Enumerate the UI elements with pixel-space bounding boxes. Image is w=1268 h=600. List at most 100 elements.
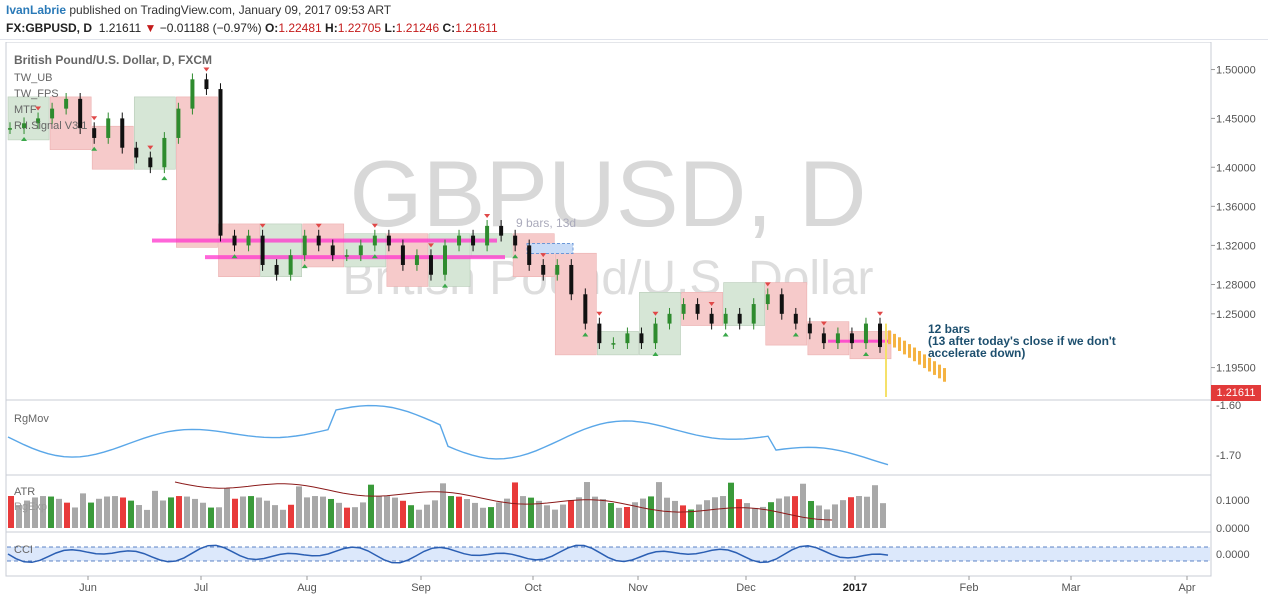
atr-histogram-bar bbox=[152, 490, 158, 528]
candle-body bbox=[695, 304, 700, 314]
atr-histogram-bar bbox=[808, 500, 814, 528]
regime-box bbox=[639, 292, 681, 356]
atr-histogram-bar bbox=[216, 507, 222, 528]
signal-down-marker bbox=[203, 67, 210, 72]
atr-histogram-bar bbox=[720, 496, 726, 528]
atr-histogram-bar bbox=[464, 499, 470, 528]
signal-down-marker bbox=[596, 311, 603, 316]
rgmov-label[interactable]: RgMov bbox=[14, 413, 49, 425]
candle-body bbox=[302, 235, 307, 256]
atr-histogram-bar bbox=[872, 485, 878, 528]
time-tick-label: Nov bbox=[628, 582, 648, 594]
last-price-tag: 1.21611 bbox=[1211, 385, 1261, 401]
rgexp-label[interactable]: RgExp bbox=[14, 501, 47, 513]
regime-box bbox=[133, 96, 176, 170]
candle-body bbox=[569, 264, 574, 295]
candle-body bbox=[485, 225, 490, 246]
atr-histogram-bar bbox=[304, 497, 310, 528]
atr-histogram-bar bbox=[856, 496, 862, 528]
atr-histogram-bar bbox=[176, 496, 182, 528]
support-zone-line bbox=[205, 255, 505, 260]
forecast-bar bbox=[893, 333, 896, 348]
atr-histogram-bar bbox=[472, 502, 478, 528]
atr-histogram-bar bbox=[104, 496, 110, 528]
candle-body bbox=[344, 255, 349, 257]
candle-body bbox=[120, 118, 125, 148]
low-value: 1.21246 bbox=[395, 21, 440, 35]
atr-histogram-bar bbox=[512, 482, 518, 528]
indicator-panes-layer: -1.60 -1.70 0.1000 0.0000 0.0000 bbox=[7, 400, 1250, 564]
atr-histogram-bar bbox=[96, 498, 102, 528]
atr-histogram-bar bbox=[840, 500, 846, 528]
candle-body bbox=[218, 89, 223, 236]
cci-label[interactable]: CCI bbox=[14, 544, 33, 556]
forecast-bar bbox=[913, 347, 916, 362]
regime-box bbox=[723, 282, 766, 326]
candle-body bbox=[232, 235, 237, 246]
time-tick-label: Oct bbox=[524, 582, 541, 594]
candle-body bbox=[288, 255, 293, 275]
atr-histogram-bar bbox=[520, 496, 526, 528]
atr-histogram-bar bbox=[272, 505, 278, 528]
high-label: H: bbox=[325, 21, 338, 35]
time-tick-label: Jul bbox=[194, 582, 208, 594]
atr-histogram-bar bbox=[592, 496, 598, 528]
ohlc-line: FX:GBPUSD, D 1.21611 ▼ −0.01188 (−0.97%)… bbox=[6, 21, 498, 35]
atr-histogram-bar bbox=[264, 500, 270, 528]
atr-histogram-bar bbox=[248, 496, 254, 528]
high-value: 1.22705 bbox=[337, 21, 382, 35]
candle-body bbox=[8, 128, 12, 130]
atr-histogram-bar bbox=[640, 498, 646, 528]
atr-histogram-bar bbox=[288, 504, 294, 528]
indicator-label-mtf[interactable]: MTF bbox=[14, 104, 37, 116]
time-tick-label: Dec bbox=[736, 582, 756, 594]
atr-histogram-bar bbox=[344, 507, 350, 528]
regime-box bbox=[176, 96, 218, 248]
atr-histogram-bar bbox=[456, 496, 462, 528]
open-value: 1.22481 bbox=[278, 21, 322, 35]
atr-histogram-bar bbox=[664, 497, 670, 528]
price-tick-label: 1.19500 bbox=[1216, 363, 1256, 375]
candle-body bbox=[50, 108, 55, 119]
note-line-3: accelerate down) bbox=[928, 346, 1025, 360]
candle-body bbox=[246, 235, 251, 246]
atr-histogram-bar bbox=[448, 496, 454, 528]
candle-body bbox=[330, 245, 335, 256]
atr-histogram-bar bbox=[120, 497, 126, 528]
candle-body bbox=[414, 255, 419, 265]
regime-box bbox=[849, 331, 892, 360]
atr-histogram-bar bbox=[392, 497, 398, 528]
indicator-label-ub[interactable]: TW_UB bbox=[14, 72, 53, 84]
atr-histogram-bar bbox=[160, 500, 166, 528]
price-tick-label: 1.45000 bbox=[1216, 113, 1256, 125]
atr-tick-label: 0.1000 bbox=[1216, 495, 1250, 507]
time-tick-label: Apr bbox=[1178, 582, 1195, 594]
indicator-label-fps[interactable]: TW_FPS bbox=[14, 88, 59, 100]
price-tick-label: 1.40000 bbox=[1216, 162, 1256, 174]
regime-box bbox=[260, 223, 302, 277]
candle-body bbox=[709, 313, 714, 324]
atr-histogram-bar bbox=[72, 507, 78, 528]
author-link[interactable]: IvanLabrie bbox=[6, 3, 66, 17]
atr-histogram-bar bbox=[768, 502, 774, 528]
atr-histogram-bar bbox=[568, 500, 574, 528]
atr-histogram-bar bbox=[816, 505, 822, 528]
candle-body bbox=[863, 323, 868, 344]
atr-label[interactable]: ATR bbox=[14, 486, 35, 498]
regime-box bbox=[470, 233, 513, 258]
atr-histogram-bar bbox=[192, 498, 198, 528]
indicator-label-signal[interactable]: R.I.Signal V3.1 bbox=[14, 120, 87, 132]
candle-body bbox=[92, 128, 97, 138]
candle-body bbox=[134, 147, 139, 158]
chart-area[interactable]: GBPUSD, D British Pound/U.S. Dollar -1.6… bbox=[0, 41, 1268, 600]
candle-body bbox=[667, 313, 672, 324]
regime-box bbox=[807, 321, 850, 356]
candle-body bbox=[106, 118, 111, 138]
forecast-bar bbox=[933, 361, 936, 375]
chart-svg[interactable]: GBPUSD, D British Pound/U.S. Dollar -1.6… bbox=[0, 41, 1268, 600]
atr-histogram-bar bbox=[560, 504, 566, 528]
atr-histogram-bar bbox=[784, 496, 790, 528]
symbol-label: FX:GBPUSD, D bbox=[6, 21, 93, 35]
price-tick-label: 1.50000 bbox=[1216, 65, 1256, 77]
rgmov-pane-frame bbox=[5, 399, 1212, 476]
